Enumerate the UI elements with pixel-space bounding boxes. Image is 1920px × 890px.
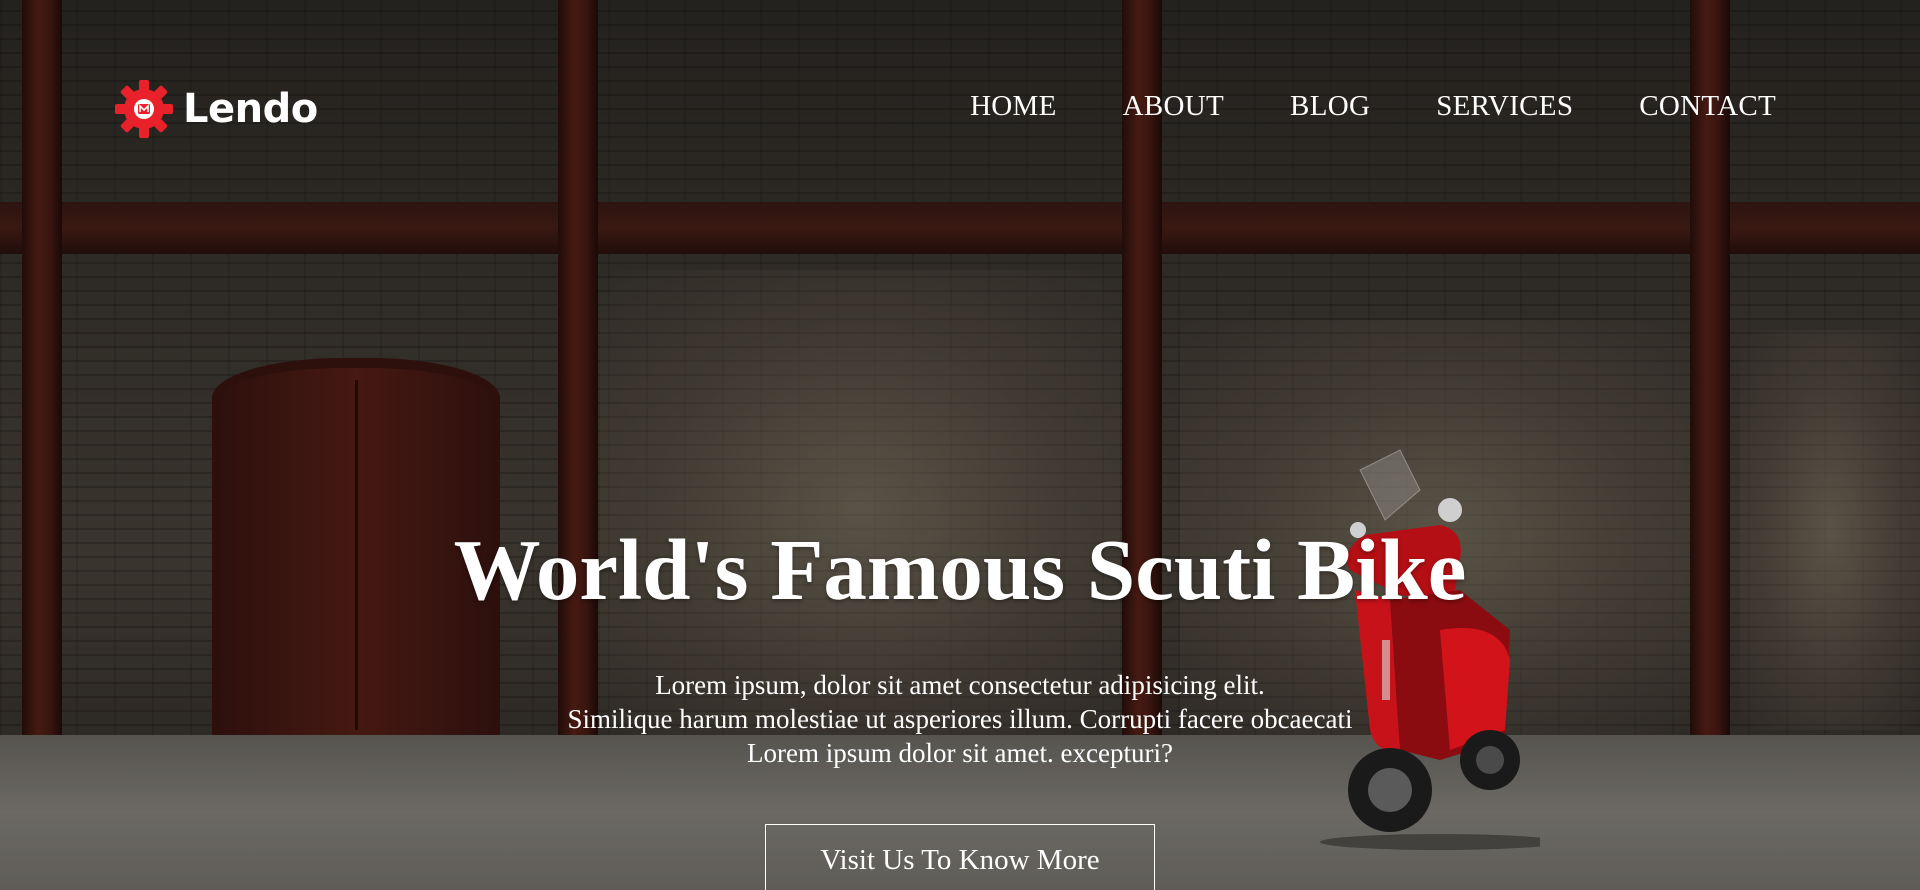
hero-subtitle-line: Lorem ipsum, dolor sit amet consectetur … — [655, 670, 1265, 700]
nav-contact[interactable]: CONTACT — [1639, 90, 1776, 123]
nav-about[interactable]: ABOUT — [1123, 90, 1224, 123]
hero-subtitle-line: Similique harum molestiae ut asperiores … — [567, 704, 1353, 734]
hero-subtitle: Lorem ipsum, dolor sit amet consectetur … — [0, 668, 1920, 770]
nav-services[interactable]: SERVICES — [1436, 90, 1573, 123]
nav-home[interactable]: HOME — [970, 90, 1057, 123]
visit-us-button[interactable]: Visit Us To Know More — [765, 824, 1155, 890]
brand-name: Lendo — [183, 86, 318, 132]
top-navbar: Lendo HOME ABOUT BLOG SERVICES CONTACT — [0, 0, 1920, 220]
gear-icon — [115, 80, 173, 138]
hero-subtitle-line: Lorem ipsum dolor sit amet. excepturi? — [747, 738, 1173, 768]
brand-logo[interactable]: Lendo — [113, 78, 318, 140]
nav-menu: HOME ABOUT BLOG SERVICES CONTACT — [970, 90, 1776, 123]
hero-title: World's Famous Scuti Bike — [453, 521, 1467, 618]
hero-section: Lendo HOME ABOUT BLOG SERVICES CONTACT W… — [0, 0, 1920, 890]
nav-blog[interactable]: BLOG — [1290, 90, 1370, 123]
hero-content: World's Famous Scuti Bike Lorem ipsum, d… — [0, 520, 1920, 890]
